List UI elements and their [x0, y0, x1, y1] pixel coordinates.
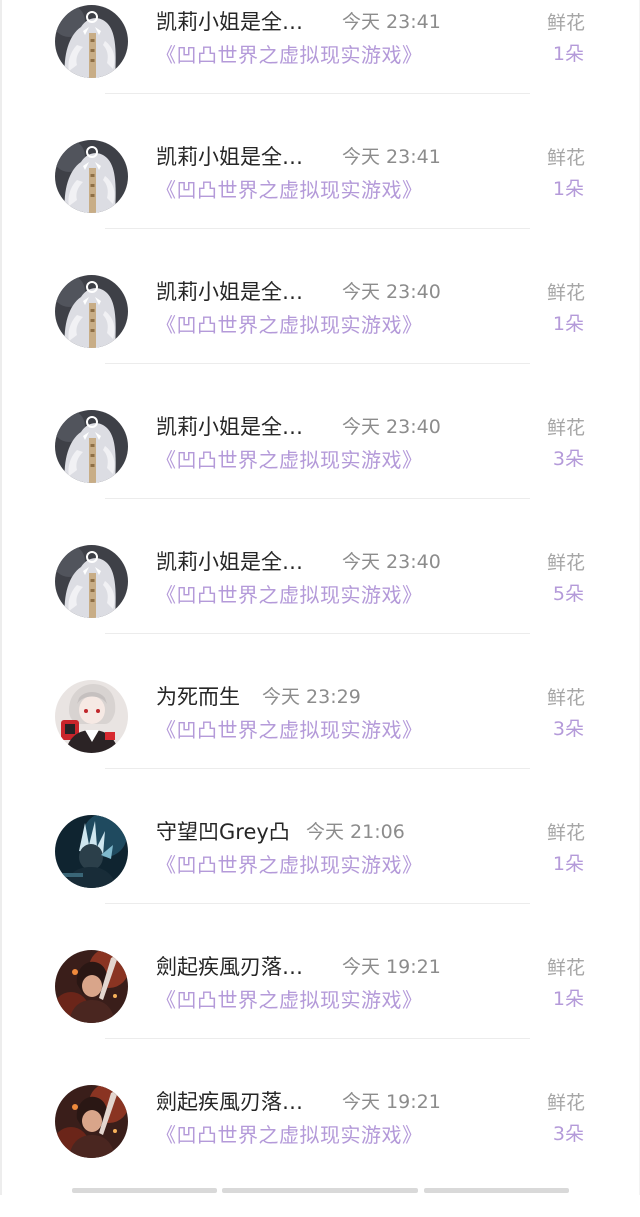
row-divider [105, 1038, 530, 1039]
book-title-link[interactable]: 《凹凸世界之虚拟现实游戏》 [156, 1121, 423, 1149]
gift-record-row[interactable]: 凯莉小姐是全… 今天 23:40 《凹凸世界之虚拟现实游戏》 鲜花 1朵 [0, 272, 640, 407]
gift-record-row[interactable]: 为死而生 今天 23:29 《凹凸世界之虚拟现实游戏》 鲜花 3朵 [0, 677, 640, 812]
gift-time: 今天 19:21 [342, 956, 441, 978]
gift-record-row[interactable]: 守望凹Grey凸 今天 21:06 《凹凸世界之虚拟现实游戏》 鲜花 1朵 [0, 812, 640, 947]
book-title-link[interactable]: 《凹凸世界之虚拟现实游戏》 [156, 311, 423, 339]
user-name[interactable]: 守望凹Grey凸 [156, 818, 290, 846]
fiery-red-character-avatar[interactable] [55, 950, 128, 1023]
user-name[interactable]: 凯莉小姐是全… [156, 8, 303, 36]
book-title-link[interactable]: 《凹凸世界之虚拟现实游戏》 [156, 41, 423, 69]
gift-type-label: 鲜花 [546, 687, 585, 709]
user-name[interactable]: 凯莉小姐是全… [156, 548, 303, 576]
gift-count: 5朵 [552, 583, 584, 605]
gift-time: 今天 23:40 [342, 281, 441, 303]
user-name[interactable]: 凯莉小姐是全… [156, 413, 303, 441]
gift-count: 1朵 [552, 853, 584, 875]
gift-count: 3朵 [552, 1123, 584, 1145]
gift-count: 3朵 [552, 718, 584, 740]
gift-record-row[interactable]: 凯莉小姐是全… 今天 23:41 《凹凸世界之虚拟现实游戏》 鲜花 1朵 [0, 2, 640, 137]
row-divider [105, 768, 530, 769]
gift-type-label: 鲜花 [546, 147, 585, 169]
gift-count: 1朵 [552, 178, 584, 200]
user-name[interactable]: 凯莉小姐是全… [156, 278, 303, 306]
row-divider [105, 633, 530, 634]
book-title-link[interactable]: 《凹凸世界之虚拟现实游戏》 [156, 176, 423, 204]
book-title-link[interactable]: 《凹凸世界之虚拟现实游戏》 [156, 986, 423, 1014]
gift-type-label: 鲜花 [546, 1092, 585, 1114]
white-hair-character-avatar[interactable] [55, 275, 128, 348]
gift-count: 3朵 [552, 448, 584, 470]
white-hair-character-avatar[interactable] [55, 545, 128, 618]
row-divider [105, 228, 530, 229]
row-divider [105, 903, 530, 904]
user-name[interactable]: 劍起疾風刃落… [156, 953, 303, 981]
book-title-link[interactable]: 《凹凸世界之虚拟现实游戏》 [156, 446, 423, 474]
gift-time: 今天 23:40 [342, 551, 441, 573]
gift-type-label: 鲜花 [546, 417, 585, 439]
gift-record-row[interactable]: 劍起疾風刃落… 今天 19:21 《凹凸世界之虚拟现实游戏》 鲜花 1朵 [0, 947, 640, 1082]
gift-time: 今天 23:41 [342, 146, 441, 168]
gift-count: 1朵 [552, 43, 584, 65]
gift-count: 1朵 [552, 313, 584, 335]
home-indicator-segment [424, 1188, 569, 1193]
user-name[interactable]: 为死而生 [156, 683, 240, 711]
white-hair-character-avatar[interactable] [55, 5, 128, 78]
gift-record-row[interactable]: 凯莉小姐是全… 今天 23:41 《凹凸世界之虚拟现实游戏》 鲜花 1朵 [0, 137, 640, 272]
row-divider [105, 93, 530, 94]
row-divider [105, 498, 530, 499]
gift-type-label: 鲜花 [546, 822, 585, 844]
user-name[interactable]: 劍起疾風刃落… [156, 1088, 303, 1116]
white-hair-character-avatar[interactable] [55, 140, 128, 213]
user-name[interactable]: 凯莉小姐是全… [156, 143, 303, 171]
book-title-link[interactable]: 《凹凸世界之虚拟现实游戏》 [156, 716, 423, 744]
book-title-link[interactable]: 《凹凸世界之虚拟现实游戏》 [156, 581, 423, 609]
gift-type-label: 鲜花 [546, 12, 585, 34]
gift-list-page: 凯莉小姐是全… 今天 23:41 《凹凸世界之虚拟现实游戏》 鲜花 1朵 凯莉小… [0, 0, 640, 1195]
gift-time: 今天 23:41 [342, 11, 441, 33]
gift-type-label: 鲜花 [546, 957, 585, 979]
gift-time: 今天 21:06 [306, 821, 405, 843]
gift-record-row[interactable]: 凯莉小姐是全… 今天 23:40 《凹凸世界之虚拟现实游戏》 鲜花 3朵 [0, 407, 640, 542]
gift-time: 今天 23:29 [262, 686, 361, 708]
home-indicator-segment [222, 1188, 418, 1193]
gift-time: 今天 19:21 [342, 1091, 441, 1113]
row-divider [105, 363, 530, 364]
gift-record-row[interactable]: 劍起疾風刃落… 今天 19:21 《凹凸世界之虚拟现实游戏》 鲜花 3朵 [0, 1082, 640, 1217]
gift-type-label: 鲜花 [546, 282, 585, 304]
gift-count: 1朵 [552, 988, 584, 1010]
book-title-link[interactable]: 《凹凸世界之虚拟现实游戏》 [156, 851, 423, 879]
fiery-red-character-avatar[interactable] [55, 1085, 128, 1158]
dark-blue-character-avatar[interactable] [55, 815, 128, 888]
red-white-character-avatar[interactable] [55, 680, 128, 753]
home-indicator-segment [72, 1188, 217, 1193]
gift-record-row[interactable]: 凯莉小姐是全… 今天 23:40 《凹凸世界之虚拟现实游戏》 鲜花 5朵 [0, 542, 640, 677]
gift-type-label: 鲜花 [546, 552, 585, 574]
white-hair-character-avatar[interactable] [55, 410, 128, 483]
gift-time: 今天 23:40 [342, 416, 441, 438]
